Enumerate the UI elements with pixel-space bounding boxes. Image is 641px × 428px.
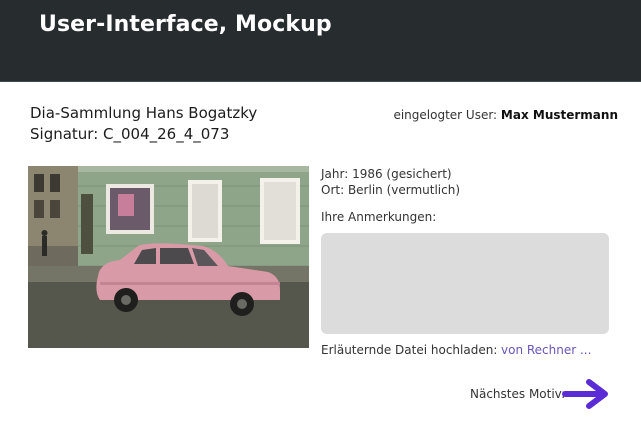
user-name: Max Mustermann [500, 108, 618, 122]
arrow-right-icon [562, 379, 608, 409]
upload-from-computer-link[interactable]: von Rechner ... [501, 343, 591, 357]
next-motif-button[interactable] [561, 377, 611, 411]
notes-label: Ihre Anmerkungen: [321, 210, 437, 224]
slide-photo [28, 166, 309, 348]
notes-textarea[interactable] [321, 233, 609, 334]
upload-label: Erläuternde Datei hochladen: [321, 343, 498, 357]
app-header: User-Interface, Mockup [0, 0, 641, 82]
app-title: User-Interface, Mockup [39, 12, 332, 37]
collection-name: Dia-Sammlung Hans Bogatzky [30, 104, 258, 122]
next-motif-label: Nächstes Motiv: [470, 387, 566, 401]
record-signature: Signatur: C_004_26_4_073 [30, 125, 230, 143]
logged-in-user: eingelogter User: Max Mustermann [393, 108, 618, 122]
user-prefix-label: eingelogter User: [393, 108, 498, 122]
meta-place: Ort: Berlin (vermutlich) [321, 183, 461, 197]
meta-year: Jahr: 1986 (gesichert) [321, 167, 452, 181]
